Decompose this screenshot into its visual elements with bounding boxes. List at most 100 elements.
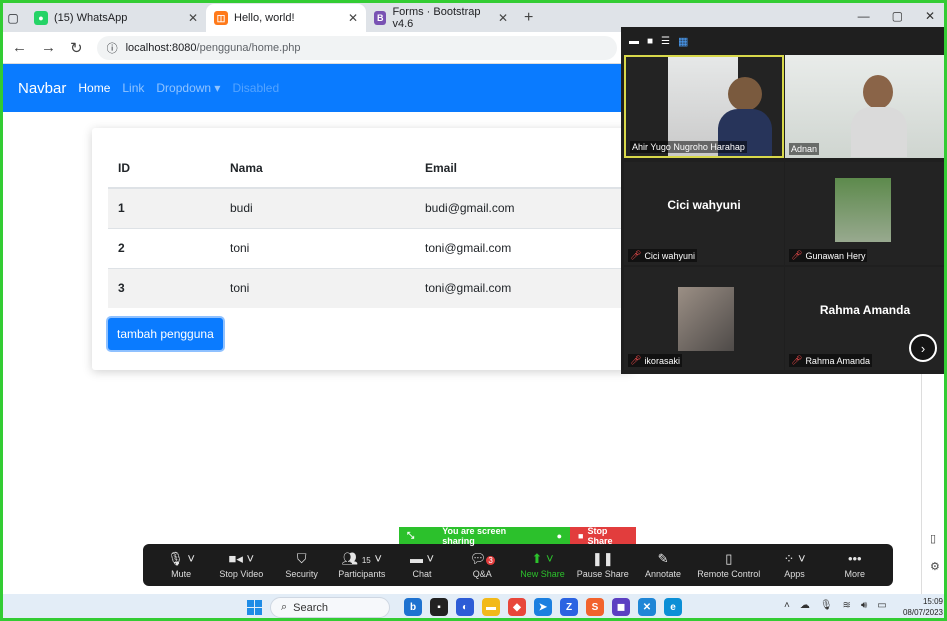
header-id: ID — [108, 148, 220, 189]
windows-taskbar: ⌕ Search b ▪ ◐ ▬ ◆ ➤ Z S ◼ ✕ e ˄ ☁ 🎙︎ ≋ … — [0, 594, 947, 621]
edge-icon[interactable]: e — [664, 598, 682, 616]
app-icon: ◫ — [214, 11, 228, 25]
tab-whatsapp[interactable]: ● (15) WhatsApp ✕ — [26, 4, 206, 32]
stop-video-button[interactable]: ■◂ ˅ Stop Video — [215, 551, 267, 579]
forward-icon[interactable]: → — [41, 39, 56, 56]
pin-icon[interactable]: ⤡ — [407, 530, 414, 541]
participants-icon: 👥︎ 15 ˅ — [341, 551, 382, 566]
annotate-button[interactable]: ✎ Annotate — [637, 551, 689, 579]
sharing-status: ⤡ You are screen sharing ● — [399, 526, 570, 546]
app-icon[interactable]: ◼ — [612, 598, 630, 616]
restore-icon[interactable]: ▢ — [892, 9, 903, 23]
next-page-icon[interactable]: › — [909, 334, 937, 362]
list-view-icon[interactable]: ☰ — [661, 36, 670, 47]
users-card: ID Nama Email 1 budi budi@gmail.com 2 to… — [92, 128, 632, 370]
cloud-icon[interactable]: ☁ — [800, 600, 810, 611]
muted-mic-icon: 🎤︎ — [791, 250, 803, 260]
video-tile[interactable]: Adnan — [785, 55, 945, 158]
participant-name: Adnan — [789, 143, 820, 155]
task-view-icon[interactable]: ▪ — [430, 598, 448, 616]
new-share-button[interactable]: ⬆ ˅ New Share — [517, 551, 569, 579]
start-icon[interactable] — [247, 600, 262, 615]
url-field[interactable]: ⓘ localhost:8080/pengguna/home.php — [96, 35, 617, 60]
nav-dropdown[interactable]: Dropdown ▾ — [156, 81, 220, 95]
participant-photo — [678, 287, 734, 351]
more-icon: ••• — [847, 551, 862, 566]
close-icon[interactable]: ✕ — [498, 11, 508, 25]
clock[interactable]: 15:09 08/07/2023 — [903, 596, 943, 618]
sublime-icon[interactable]: S — [586, 598, 604, 616]
nav-disabled: Disabled — [232, 81, 280, 95]
shield-icon: ● — [556, 530, 562, 541]
tab-forms-bootstrap[interactable]: B Forms · Bootstrap v4.6 ✕ — [366, 4, 516, 32]
video-tile[interactable]: Cici wahyuni 🎤︎ Cici wahyuni — [624, 162, 784, 265]
participant-name: Ahir Yugo Nugroho Harahap — [630, 141, 747, 153]
muted-mic-icon: 🎤︎ — [630, 250, 642, 260]
battery-icon[interactable]: ▭ — [877, 600, 886, 611]
wifi-icon[interactable]: ≋ — [843, 600, 851, 611]
taskbar-search[interactable]: ⌕ Search — [270, 597, 390, 618]
tab-hello-world[interactable]: ◫ Hello, world! ✕ — [206, 4, 366, 32]
file-explorer-icon[interactable]: ▬ — [482, 598, 500, 616]
volume-icon[interactable]: 🔊︎ — [861, 600, 867, 611]
shield-icon: ⛉ — [296, 551, 307, 566]
url-path: /pengguna/home.php — [196, 41, 301, 54]
qa-button[interactable]: 💬︎ 3 Q&A — [456, 551, 508, 579]
settings-icon[interactable]: ⚙ — [930, 560, 940, 573]
participant-name: 🎤︎ ikorasaki — [628, 354, 682, 367]
video-tile[interactable]: 🎤︎ Gunawan Hery — [785, 162, 945, 265]
remote-control-button[interactable]: ▯ Remote Control — [697, 551, 760, 579]
cell-email: toni@gmail.com — [415, 267, 632, 308]
mic-icon[interactable]: 🎙︎ — [820, 600, 833, 611]
z-app-icon[interactable]: Z — [560, 598, 578, 616]
navbar-brand[interactable]: Navbar — [18, 80, 66, 97]
minimize-icon[interactable]: — — [858, 9, 870, 23]
nav-link[interactable]: Link — [122, 81, 144, 95]
participants-button[interactable]: 👥︎ 15 ˅ Participants — [336, 551, 388, 579]
mute-button[interactable]: 🎙︎ ˅ Mute — [155, 551, 207, 579]
tab-label: Forms · Bootstrap v4.6 — [392, 6, 481, 30]
apps-icon: ⁘ ˅ — [783, 551, 806, 566]
tab-actions-icon[interactable]: ▢ — [0, 4, 26, 32]
info-icon[interactable]: ⓘ — [107, 40, 118, 56]
more-button[interactable]: ••• More — [829, 551, 881, 579]
new-tab-icon[interactable]: + — [516, 4, 541, 32]
table-row: 2 toni toni@gmail.com — [108, 227, 632, 268]
chevron-up-icon[interactable]: ˄ — [784, 600, 790, 611]
cell-nama: budi — [220, 187, 415, 228]
back-icon[interactable]: ← — [12, 39, 27, 56]
bootstrap-icon: B — [374, 11, 387, 25]
vscode-icon[interactable]: ✕ — [638, 598, 656, 616]
store-icon[interactable]: ◆ — [508, 598, 526, 616]
cell-nama: toni — [220, 227, 415, 268]
header-email: Email — [415, 148, 632, 189]
app-b-icon[interactable]: b — [404, 598, 422, 616]
cell-nama: toni — [220, 267, 415, 308]
mic-icon: 🎙︎ ˅ — [167, 551, 195, 566]
share-icon: ⬆ ˅ — [531, 551, 554, 566]
sidebar-toggle-icon[interactable]: ▯ — [930, 532, 936, 545]
gallery-view-icon[interactable]: ▦ — [678, 35, 688, 48]
close-icon[interactable]: ✕ — [188, 11, 198, 25]
close-window-icon[interactable]: ✕ — [925, 9, 935, 23]
pause-share-button[interactable]: ❚❚ Pause Share — [577, 551, 629, 579]
muted-mic-icon: 🎤︎ — [630, 355, 642, 365]
chat-app-icon[interactable]: ◐ — [456, 598, 474, 616]
header-nama: Nama — [220, 148, 415, 189]
apps-button[interactable]: ⁘ ˅ Apps — [769, 551, 821, 579]
speaker-view-icon[interactable]: ■ — [647, 36, 653, 47]
close-icon[interactable]: ✕ — [348, 11, 358, 25]
cell-email: toni@gmail.com — [415, 227, 632, 268]
video-tile[interactable]: 🎤︎ ikorasaki — [624, 267, 784, 370]
nav-home[interactable]: Home — [78, 81, 110, 95]
chat-button[interactable]: ▬ ˅ Chat — [396, 551, 448, 579]
add-user-button[interactable]: tambah pengguna — [108, 318, 223, 350]
pen-icon: ✎ — [657, 551, 669, 566]
stop-share-button[interactable]: ■ Stop Share — [570, 526, 636, 546]
arrow-app-icon[interactable]: ➤ — [534, 598, 552, 616]
minimize-icon[interactable]: ▬ — [629, 36, 639, 47]
reload-icon[interactable]: ↻ — [70, 39, 83, 57]
table-row: 1 budi budi@gmail.com — [108, 187, 632, 228]
video-tile[interactable]: Ahir Yugo Nugroho Harahap — [624, 55, 784, 158]
security-button[interactable]: ⛉ Security — [276, 551, 328, 579]
